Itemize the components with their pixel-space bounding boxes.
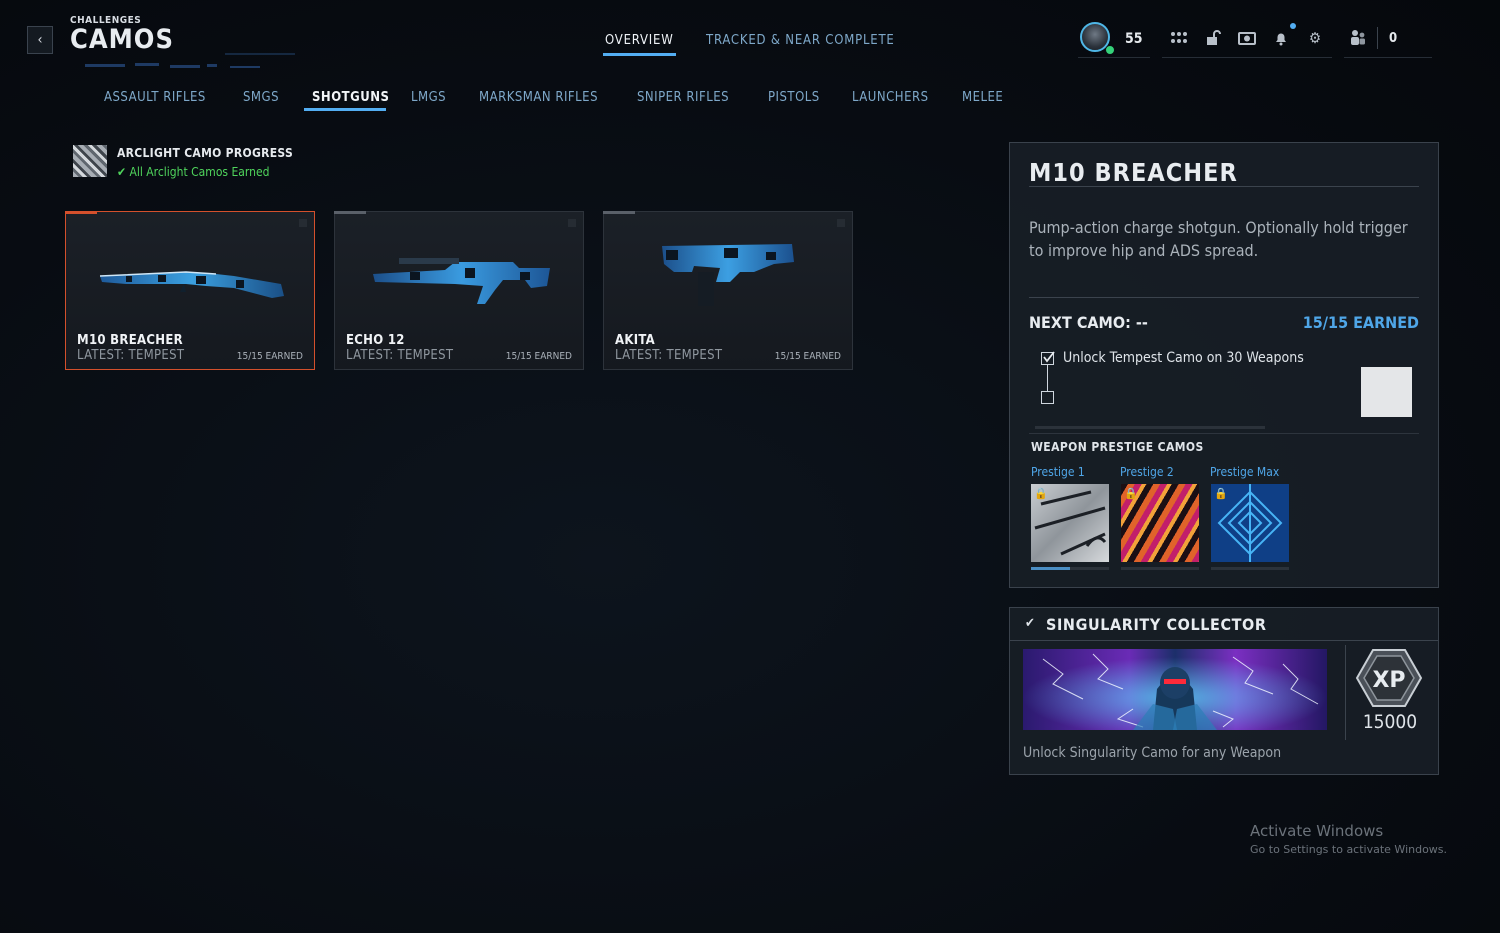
weapon-card-akita[interactable]: AKITA LATEST: TEMPEST 15/15 EARNED [603,211,853,370]
weapon-name: AKITA [615,333,655,348]
xp-reward-amount: 15000 [1362,711,1418,733]
activate-windows-title: Activate Windows [1250,822,1384,840]
arclight-camo-thumbnail [73,145,107,177]
prestige-max-label: Prestige Max [1210,465,1280,479]
player-level: 55 [1125,31,1143,47]
prestige-1-progress-fill [1031,567,1070,570]
gear-icon[interactable]: ⚙ [1303,26,1327,50]
weapon-card-echo-12[interactable]: ECHO 12 LATEST: TEMPEST 15/15 EARNED [334,211,584,370]
category-tab-smgs[interactable]: SMGS [243,90,279,105]
singularity-description: Unlock Singularity Camo for any Weapon [1023,745,1282,761]
arclight-status-text: All Arclight Camos Earned [129,165,270,179]
weapon-latest-camo: LATEST: TEMPEST [77,348,185,363]
task-progress-track [1035,426,1265,429]
divider [1010,640,1438,641]
camera-icon[interactable] [1235,26,1259,50]
weapon-latest-camo: LATEST: TEMPEST [346,348,454,363]
prestige-camos-heading: WEAPON PRESTIGE CAMOS [1031,440,1204,454]
card-accent [65,211,97,214]
social-icon[interactable] [1346,26,1370,50]
weapon-earned-count: 15/15 EARNED [505,351,572,362]
category-tab-sniper-rifles[interactable]: SNIPER RIFLES [637,90,729,105]
card-corner-marker [568,219,576,227]
weapon-earned-count: 15/15 EARNED [774,351,841,362]
weapon-earned-count: 15/15 EARNED [236,351,303,362]
weapon-name: ECHO 12 [346,333,405,348]
next-camo-swatch[interactable] [1361,367,1412,417]
tab-overview[interactable]: OVERVIEW [603,33,676,56]
shotgun-image [99,271,284,298]
category-active-indicator [304,108,386,111]
prestige-2-label: Prestige 2 [1120,465,1174,479]
prestige-1-camo-tile[interactable]: 🔒 [1031,484,1109,562]
category-tab-pistols[interactable]: PISTOLS [768,90,820,105]
back-button[interactable]: ‹ [27,26,53,54]
singularity-reward-banner [1023,649,1327,730]
task-connector [1047,365,1048,391]
prestige-max-camo-tile[interactable]: 🔒 [1211,484,1289,562]
check-icon: ✔ [117,165,127,179]
weapon-card-m10-breacher[interactable]: M10 BREACHER LATEST: TEMPEST 15/15 EARNE… [65,211,315,370]
weapon-latest-camo: LATEST: TEMPEST [615,348,723,363]
header-divider [1344,57,1432,58]
divider [1029,186,1419,187]
task-checkbox-checked [1041,351,1055,365]
shotgun-image [662,244,794,306]
currency-count: 0 [1389,31,1398,46]
category-tab-marksman-rifles[interactable]: MARKSMAN RIFLES [479,90,598,105]
unlock-icon[interactable] [1201,26,1225,50]
prestige-2-camo-tile[interactable]: 🔒 [1121,484,1199,562]
title-decoration [85,51,305,71]
category-tab-lmgs[interactable]: LMGS [411,90,446,105]
bell-icon[interactable] [1269,26,1293,50]
next-camo-label: NEXT CAMO: -- [1029,313,1148,332]
singularity-collector-title: SINGULARITY COLLECTOR [1046,615,1267,634]
online-status-dot [1105,45,1115,55]
xp-badge-icon: XP [1355,648,1423,708]
prestige-max-progress-track [1211,567,1289,570]
divider [1029,297,1419,298]
weapon-name: M10 BREACHER [77,333,183,348]
check-icon: ✔ [1025,616,1035,631]
tab-tracked-near-complete[interactable]: TRACKED & NEAR COMPLETE [706,33,895,48]
arclight-progress-title: ARCLIGHT CAMO PROGRESS [117,146,294,160]
detail-earned-count: 15/15 EARNED [1302,313,1419,332]
arclight-progress-status: ✔ All Arclight Camos Earned [117,165,269,179]
notification-dot [1290,23,1296,29]
lock-icon: 🔒 [1124,487,1138,500]
xp-badge-label: XP [1372,668,1405,693]
activate-windows-subtitle: Go to Settings to activate Windows. [1250,843,1448,856]
card-accent [603,211,635,214]
prestige-2-progress-track [1121,567,1199,570]
header-divider [1162,57,1332,58]
grid-icon[interactable] [1167,26,1191,50]
category-tab-assault-rifles[interactable]: ASSAULT RIFLES [104,90,206,105]
header-divider [1078,57,1150,58]
divider [1345,645,1346,740]
detail-weapon-description: Pump-action charge shotgun. Optionally h… [1029,218,1408,260]
prestige-1-label: Prestige 1 [1031,465,1085,479]
category-tab-shotguns[interactable]: SHOTGUNS [312,90,389,105]
task-checkbox-empty [1041,391,1054,404]
divider [1029,433,1419,434]
detail-weapon-title: M10 BREACHER [1029,158,1238,187]
category-tab-launchers[interactable]: LAUNCHERS [852,90,929,105]
lock-icon: 🔒 [1034,487,1048,500]
card-accent [334,211,366,214]
card-corner-marker [299,219,307,227]
camo-task-label: Unlock Tempest Camo on 30 Weapons [1063,350,1304,366]
lock-icon: 🔒 [1214,487,1228,500]
currency-divider [1377,27,1378,49]
card-corner-marker [837,219,845,227]
shotgun-image [373,258,550,304]
category-tab-melee[interactable]: MELEE [962,90,1003,105]
chevron-left-icon: ‹ [37,32,43,48]
